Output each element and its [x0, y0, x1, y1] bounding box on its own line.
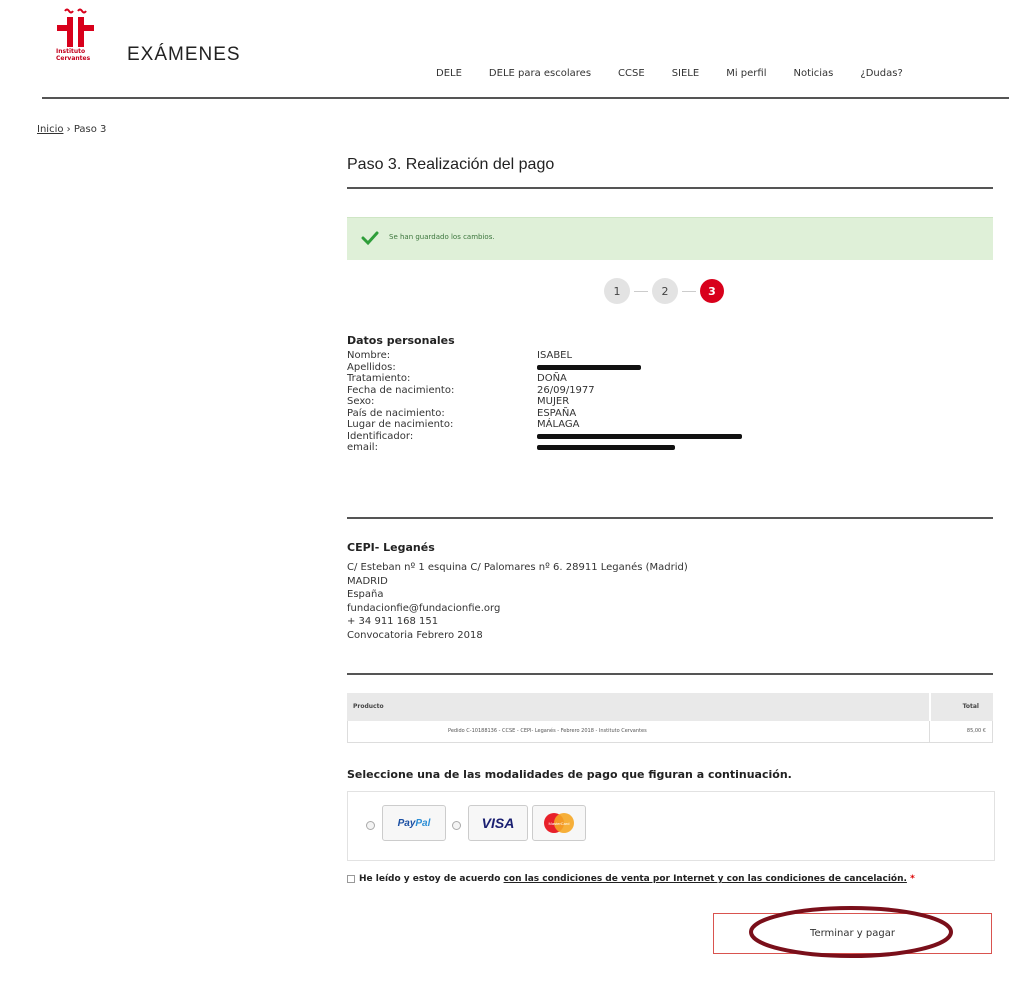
redaction-bar [537, 433, 742, 439]
terms-agreement: He leído y estoy de acuerdo con las cond… [347, 873, 987, 886]
breadcrumb: Inicio › Paso 3 [37, 124, 106, 135]
page-title: Paso 3. Realización del pago [347, 156, 555, 173]
personal-row: Apellidos: [347, 362, 742, 374]
field-label: País de nacimiento: [347, 407, 445, 419]
order-table: Producto Total Pedido C-10188136 - CCSE … [347, 693, 993, 743]
field-label: Identificador: [347, 430, 414, 442]
center-country: España [347, 589, 384, 600]
personal-row: Fecha de nacimiento: 26/09/1977 [347, 385, 742, 397]
personal-row: Tratamiento: DOÑA [347, 373, 742, 385]
nav-noticias[interactable]: Noticias [793, 68, 833, 79]
order-description: Pedido C-10188136 - CCSE - CEPI- Leganés… [448, 728, 647, 734]
mastercard-label: MasterCard [549, 821, 570, 826]
personal-row: Sexo: MUJER [347, 396, 742, 408]
field-label: Sexo: [347, 396, 375, 407]
check-icon [361, 231, 379, 246]
col-product-header: Producto [353, 703, 384, 710]
nav-ccse[interactable]: CCSE [618, 68, 645, 79]
step-2: 2 [652, 278, 678, 304]
redaction-bar [537, 364, 641, 370]
logo-institution: Instituto Cervantes [56, 48, 91, 62]
header-divider [42, 97, 1009, 99]
payment-options: PayPal VISA MasterCard [347, 791, 995, 861]
paypal-radio[interactable] [366, 821, 375, 830]
center-session: Convocatoria Febrero 2018 [347, 629, 483, 641]
personal-row: email: [347, 442, 742, 454]
paypal-logo-text: PayPal [397, 817, 431, 829]
field-value: DOÑA [537, 373, 567, 384]
visa-logo[interactable]: VISA [468, 805, 528, 841]
nav-dele[interactable]: DELE [436, 68, 462, 79]
title-divider [347, 187, 993, 189]
logo[interactable]: Instituto Cervantes [56, 8, 116, 68]
center-address: C/ Esteban nº 1 esquina C/ Palomares nº … [347, 562, 688, 573]
visa-logo-text: VISA [481, 815, 515, 831]
table-header: Producto Total [347, 693, 993, 721]
center-phone: + 34 911 168 151 [347, 616, 439, 627]
highlight-ellipse-annotation [749, 906, 953, 958]
step-connector [634, 290, 648, 292]
order-total: 85,00 € [966, 728, 986, 734]
field-value: ISABEL [537, 350, 573, 361]
cervantes-logo-icon [57, 8, 94, 47]
step-3-active: 3 [700, 279, 724, 303]
column-separator [929, 721, 930, 742]
field-label: Tratamiento: [347, 373, 411, 384]
section-divider [347, 517, 993, 519]
card-radio[interactable] [452, 821, 461, 830]
terms-conditions-link[interactable]: con las condiciones de venta por Interne… [504, 874, 907, 884]
field-value: MUJER [537, 396, 570, 407]
step-connector [682, 290, 696, 292]
breadcrumb-separator: › [66, 124, 71, 135]
site-title: EXÁMENES [127, 44, 241, 65]
mastercard-icon: MasterCard [544, 813, 574, 833]
personal-row: Nombre: ISABEL [347, 350, 742, 362]
center-info: C/ Esteban nº 1 esquina C/ Palomares nº … [347, 561, 688, 642]
breadcrumb-current: Paso 3 [73, 124, 107, 135]
center-title: CEPI- Leganés [347, 541, 435, 554]
field-value: MÁLAGA [537, 419, 580, 430]
terms-text: He leído y estoy de acuerdo [359, 874, 504, 884]
table-row: Pedido C-10188136 - CCSE - CEPI- Leganés… [347, 721, 993, 743]
personal-row: Identificador: [347, 431, 742, 443]
redaction-bar [537, 445, 675, 450]
main-nav: DELE DELE para escolares CCSE SIELE Mi p… [436, 68, 930, 79]
field-label: Nombre: [347, 350, 391, 361]
step-1: 1 [604, 278, 630, 304]
nav-mi-perfil[interactable]: Mi perfil [726, 68, 766, 79]
payment-title: Seleccione una de las modalidades de pag… [347, 768, 792, 781]
center-email: fundacionfie@fundacionfie.org [347, 602, 501, 614]
step-indicator: 1 2 3 [604, 278, 724, 304]
alert-message: Se han guardado los cambios. [389, 233, 495, 241]
center-city: MADRID [347, 575, 388, 587]
section-divider [347, 673, 993, 675]
column-separator [929, 693, 931, 721]
field-label: Fecha de nacimiento: [347, 384, 455, 396]
field-value: 26/09/1977 [537, 384, 595, 396]
col-total-header: Total [962, 703, 979, 710]
success-alert: Se han guardado los cambios. [347, 217, 993, 260]
required-marker: * [910, 874, 915, 884]
field-label: Apellidos: [347, 361, 396, 373]
breadcrumb-home-link[interactable]: Inicio [37, 124, 63, 135]
paypal-logo[interactable]: PayPal [382, 805, 446, 841]
personal-row: Lugar de nacimiento: MÁLAGA [347, 419, 742, 431]
terms-checkbox[interactable] [347, 874, 355, 883]
personal-data-title: Datos personales [347, 334, 455, 347]
nav-dele-escolares[interactable]: DELE para escolares [489, 68, 591, 79]
personal-row: País de nacimiento: ESPAÑA [347, 408, 742, 420]
field-value: ESPAÑA [537, 407, 577, 419]
nav-siele[interactable]: SIELE [672, 68, 700, 79]
nav-dudas[interactable]: ¿Dudas? [860, 68, 902, 79]
personal-data-list: Nombre: ISABEL Apellidos: Tratamiento: DOÑ… [347, 350, 742, 454]
field-label: Lugar de nacimiento: [347, 419, 454, 430]
mastercard-logo[interactable]: MasterCard [532, 805, 586, 841]
field-label: email: [347, 442, 378, 453]
